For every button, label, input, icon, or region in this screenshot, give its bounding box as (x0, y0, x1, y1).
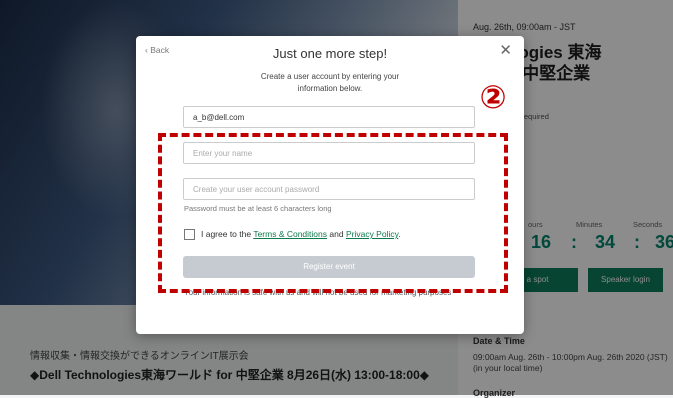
modal-description: Create a user account by entering your i… (260, 72, 400, 93)
email-field[interactable] (183, 106, 475, 128)
annotation-highlight-box (158, 133, 508, 293)
modal-title: Just one more step! (272, 46, 388, 61)
annotation-number-badge: ② (479, 78, 507, 116)
